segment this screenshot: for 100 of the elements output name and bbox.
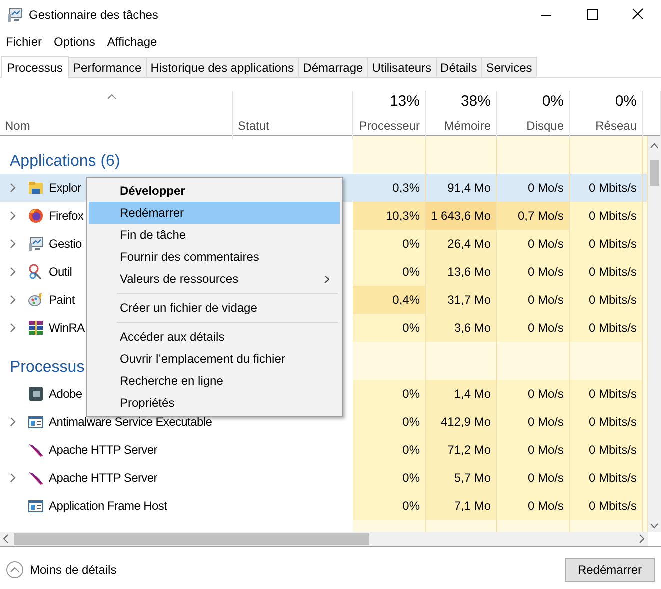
table-cell: 0% (353, 492, 426, 520)
table-cell: 0% (353, 408, 426, 436)
tab[interactable]: Utilisateurs (367, 57, 437, 77)
process-name[interactable]: Paint (49, 291, 75, 309)
window-icon (28, 414, 44, 430)
menu-item[interactable]: Redémarrer (89, 202, 340, 224)
table-cell: 31,7 Mo (426, 286, 497, 314)
restart-button[interactable]: Redémarrer (564, 558, 655, 582)
chevron-right-icon[interactable] (8, 323, 16, 333)
collapse-icon[interactable] (6, 561, 24, 579)
tab[interactable]: Historique des applications (146, 57, 300, 77)
table-cell: 0 Mo/s (497, 230, 570, 258)
palette-icon (28, 292, 44, 308)
process-name[interactable]: Adobe (49, 385, 82, 403)
tab[interactable]: Démarrage (298, 57, 368, 77)
menu-item[interactable]: Affichage (101, 30, 164, 54)
table-cell: 0 Mo/s (497, 408, 570, 436)
tab[interactable]: Performance (68, 57, 147, 77)
menu-item[interactable]: Fin de tâche (89, 224, 340, 246)
tab[interactable]: Processus (1, 56, 70, 78)
process-name[interactable]: WinRA (49, 319, 85, 337)
table-cell: 0 Mbits/s (570, 464, 643, 492)
process-name[interactable]: Outil (49, 263, 72, 281)
table-cell: 0% (353, 380, 426, 408)
tab[interactable]: Détails (436, 57, 482, 77)
folder-icon (28, 180, 44, 196)
menu-item[interactable]: Fichier (0, 30, 48, 54)
table-cell: 0,4% (353, 286, 426, 314)
column-header[interactable]: Mémoire (444, 116, 491, 134)
table-cell: 0 Mo/s (497, 436, 570, 464)
menu-item[interactable]: Développer (89, 180, 340, 202)
process-name[interactable]: Gestio (49, 235, 82, 253)
chevron-right-icon[interactable] (8, 417, 16, 427)
details-toggle-link[interactable]: Moins de détails (30, 561, 117, 579)
horizontal-scrollbar[interactable] (0, 532, 648, 546)
table-cell: 0 Mo/s (497, 258, 570, 286)
chevron-right-icon[interactable] (8, 239, 16, 249)
table-cell: 0% (353, 258, 426, 286)
table-cell: 0 Mbits/s (570, 314, 643, 342)
scrollbar-thumb[interactable] (14, 533, 369, 545)
menu-item[interactable]: Options (48, 30, 102, 54)
chevron-right-icon[interactable] (8, 295, 16, 305)
table-cell: 0 Mbits/s (570, 380, 643, 408)
menu-item[interactable]: Accéder aux détails (89, 326, 340, 348)
column-header[interactable]: Réseau (596, 116, 637, 134)
chevron-right-icon[interactable] (8, 267, 16, 277)
table-cell: 5,7 Mo (426, 464, 497, 492)
menu-item[interactable]: Créer un fichier de vidage (89, 297, 340, 319)
table-cell: 13,6 Mo (426, 258, 497, 286)
app-icon (28, 386, 44, 402)
process-name[interactable]: Firefox (49, 207, 84, 225)
table-cell: 7,1 Mo (426, 492, 497, 520)
table-cell: 3,6 Mo (426, 314, 497, 342)
table-cell: 0% (353, 436, 426, 464)
process-name[interactable]: Apache HTTP Server (49, 469, 158, 487)
table-cell: 26,4 Mo (426, 230, 497, 258)
process-name[interactable]: Antimalware Service Executable (49, 413, 212, 431)
table-cell: 0 Mbits/s (570, 436, 643, 464)
tab[interactable]: Services (481, 57, 538, 77)
table-cell: 1 643,6 Mo (426, 202, 497, 230)
window-icon (28, 498, 44, 514)
chevron-right-icon[interactable] (8, 211, 16, 221)
scissors-icon (28, 264, 44, 280)
table-cell: 0% (353, 464, 426, 492)
menu-item[interactable]: Valeurs de ressources (89, 268, 340, 290)
vertical-scrollbar[interactable] (648, 136, 661, 532)
window-title: Gestionnaire des tâches (29, 7, 160, 24)
column-header[interactable]: Processeur (359, 116, 420, 134)
books-icon (28, 320, 44, 336)
menu-item[interactable]: Propriétés (89, 392, 340, 414)
table-cell: 0 Mbits/s (570, 202, 643, 230)
feather-icon (28, 470, 44, 486)
table-cell: 1,4 Mo (426, 380, 497, 408)
process-name[interactable]: Application Frame Host (49, 497, 168, 515)
table-cell: 0 Mo/s (497, 174, 570, 202)
table-cell: 10,3% (353, 202, 426, 230)
table-cell: 71,2 Mo (426, 436, 497, 464)
chevron-right-icon[interactable] (8, 183, 16, 193)
table-cell: 0 Mo/s (497, 492, 570, 520)
chevron-right-icon[interactable] (8, 473, 16, 483)
group-header[interactable]: Applications (6) (10, 153, 120, 170)
process-name[interactable]: Explor (49, 179, 82, 197)
monitor-icon (28, 236, 44, 252)
column-header[interactable]: Nom (5, 116, 227, 134)
table-cell: 0 Mo/s (497, 314, 570, 342)
column-total: 0% (615, 92, 637, 112)
column-header[interactable]: Statut (238, 116, 347, 134)
table-cell: 0,3% (353, 174, 426, 202)
menu-item[interactable]: Recherche en ligne (89, 370, 340, 392)
table-cell: 0,7 Mo/s (497, 202, 570, 230)
menu-item[interactable]: Fournir des commentaires (89, 246, 340, 268)
scrollbar-thumb[interactable] (650, 160, 659, 186)
feather-icon (28, 442, 44, 458)
column-header[interactable]: Disque (526, 116, 564, 134)
column-total: 0% (542, 92, 564, 112)
globe-icon (28, 208, 44, 224)
menu-item[interactable]: Ouvrir l’emplacement du fichier (89, 348, 340, 370)
process-name[interactable]: Apache HTTP Server (49, 441, 158, 459)
table-cell: 0 Mbits/s (570, 408, 643, 436)
group-header[interactable]: Processus (10, 359, 85, 376)
